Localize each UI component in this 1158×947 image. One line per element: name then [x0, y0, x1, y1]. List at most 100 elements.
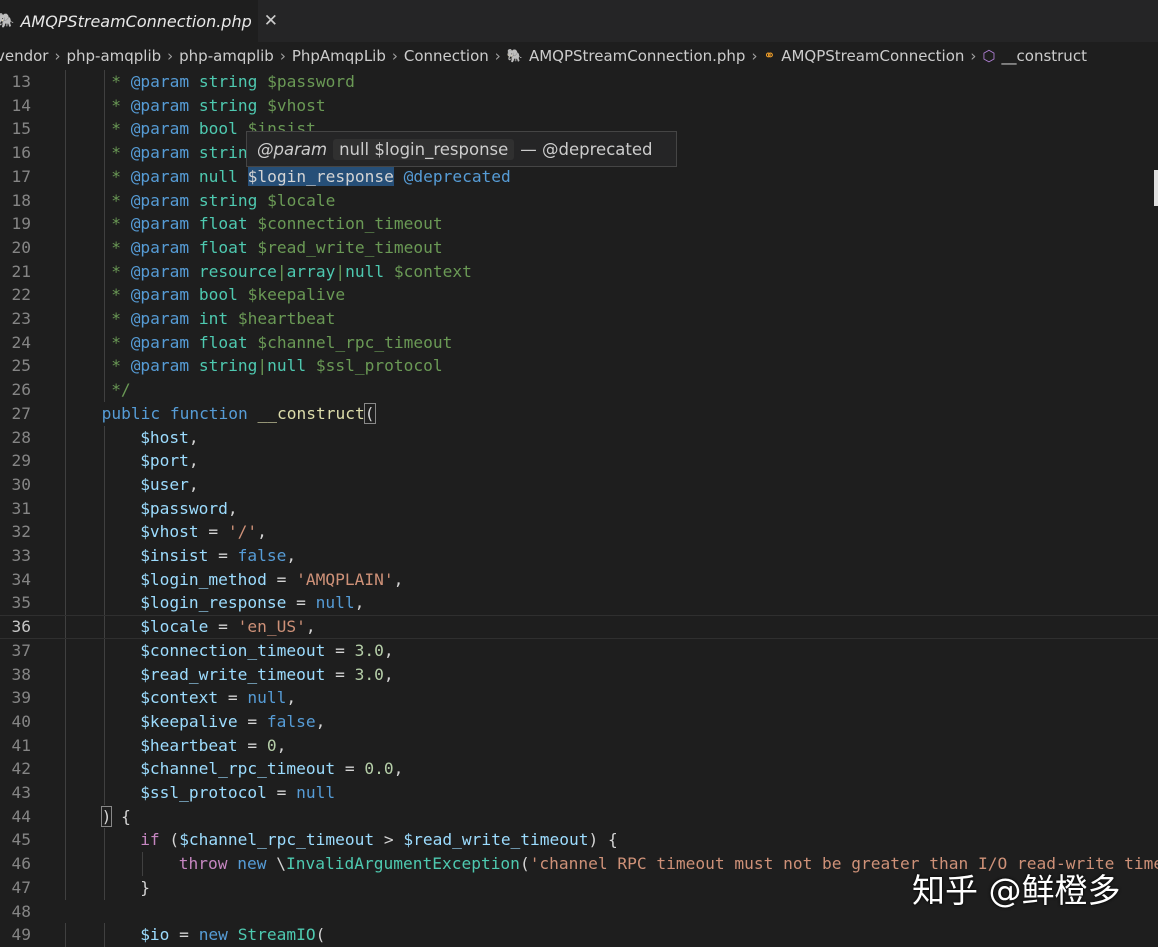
code-line[interactable]: 35 $login_response = null,: [0, 591, 1158, 616]
indent-guide: [142, 852, 144, 877]
code-line[interactable]: 49 $io = new StreamIO(: [0, 923, 1158, 947]
code-line[interactable]: 41 $heartbeat = 0,: [0, 733, 1158, 758]
code-line[interactable]: 36 $locale = 'en_US',: [0, 615, 1158, 640]
code-token: @param: [130, 214, 190, 234]
indent-guide: [65, 70, 66, 94]
line-number: 32: [11, 522, 32, 542]
code-token: throw: [178, 854, 228, 874]
code-line[interactable]: 26 */: [0, 378, 1158, 403]
indent-guide: [103, 709, 105, 734]
tab-amqp-stream-connection[interactable]: 🐘 AMQPStreamConnection.php ✕: [0, 0, 278, 42]
indent-guide: [103, 449, 105, 474]
code-text: $port,: [140, 449, 198, 473]
indent-guide: [65, 733, 66, 758]
code-token: ): [100, 805, 113, 827]
chevron-right-icon: ›: [54, 47, 61, 65]
code-line[interactable]: 45 if ($channel_rpc_timeout > $read_write…: [0, 828, 1158, 853]
breadcrumb-phpamqplib[interactable]: PhpAmqpLib: [292, 47, 386, 65]
code-token: ,: [188, 427, 199, 447]
close-icon[interactable]: ✕: [264, 11, 278, 31]
code-line[interactable]: 25 * @param string|null $ssl_protocol: [0, 354, 1158, 379]
code-line[interactable]: 20 * @param float $read_write_timeout: [0, 235, 1158, 260]
code-token: $read_write_timeout: [247, 237, 443, 257]
code-token: \: [266, 854, 287, 874]
code-line[interactable]: 33 $insist = false,: [0, 544, 1158, 568]
line-number: 25: [11, 356, 32, 376]
breadcrumb-file[interactable]: AMQPStreamConnection.php: [529, 47, 746, 65]
code-token: float: [198, 332, 248, 352]
breadcrumb-method[interactable]: __construct: [1002, 47, 1087, 65]
code-line[interactable]: 21 * @param resource|array|null $context: [0, 259, 1158, 284]
code-token: ,: [393, 569, 404, 589]
code-token: '/': [227, 522, 258, 542]
breadcrumb-php-amqplib[interactable]: php-amqplib: [66, 47, 161, 65]
code-token: null: [247, 688, 287, 708]
code-line[interactable]: 28 $host,: [0, 425, 1158, 450]
code-text: $host,: [140, 426, 198, 450]
code-line[interactable]: 17 * @param null $login_response @depreca…: [0, 164, 1158, 189]
code-token: $channel_rpc_timeout: [179, 830, 375, 850]
code-token: *: [111, 237, 131, 257]
code-token: *: [111, 332, 131, 352]
breadcrumb-class[interactable]: AMQPStreamConnection: [781, 47, 964, 65]
code-line[interactable]: 39 $context = null,: [0, 686, 1158, 711]
code-text: * @param int $heartbeat: [111, 307, 335, 331]
code-token: $password: [257, 72, 355, 91]
code-line[interactable]: 30 $user,: [0, 472, 1158, 497]
line-number: 33: [11, 546, 32, 565]
code-line[interactable]: 44) {: [0, 804, 1158, 829]
code-line[interactable]: 38 $read_write_timeout = 3.0,: [0, 662, 1158, 687]
code-token: *: [111, 214, 131, 234]
code-line[interactable]: 29 $port,: [0, 449, 1158, 474]
breadcrumb-connection[interactable]: Connection: [404, 47, 489, 65]
chevron-right-icon: ›: [751, 47, 758, 65]
line-number: 47: [11, 877, 32, 897]
code-line[interactable]: 32 $vhost = '/',: [0, 520, 1158, 545]
code-token: *: [111, 285, 131, 305]
code-line[interactable]: 23 * @param int $heartbeat: [0, 307, 1158, 331]
breadcrumb-php-amqplib-2[interactable]: php-amqplib: [179, 47, 274, 65]
code-token: (: [519, 854, 530, 874]
code-text: * @param string $vhost: [111, 94, 325, 118]
code-token: 'en_US': [237, 617, 306, 637]
indent-guide: [103, 425, 105, 450]
code-line[interactable]: 31 $password,: [0, 496, 1158, 521]
code-line[interactable]: 37 $connection_timeout = 3.0,: [0, 638, 1158, 663]
code-line[interactable]: 18 * @param string $locale: [0, 188, 1158, 213]
hover-rest: — @deprecated: [520, 139, 653, 159]
code-line[interactable]: 24 * @param float $channel_rpc_timeout: [0, 330, 1158, 355]
code-line[interactable]: 34 $login_method = 'AMQPLAIN',: [0, 567, 1158, 592]
scrollbar-thumb[interactable]: [1154, 170, 1158, 206]
code-token: string: [198, 356, 258, 376]
code-text: $io = new StreamIO(: [140, 923, 325, 947]
indent-guide: [103, 235, 105, 260]
code-line[interactable]: 22 * @param bool $keepalive: [0, 283, 1158, 308]
code-text: $locale = 'en_US',: [140, 616, 315, 638]
code-text: $login_response = null,: [140, 591, 364, 615]
code-line[interactable]: 27 public function __construct(: [0, 401, 1158, 426]
code-token: string: [198, 95, 258, 115]
code-token: */: [111, 380, 131, 400]
code-token: @param: [130, 166, 190, 186]
code-token: ,: [315, 711, 326, 731]
code-token: $context: [140, 688, 219, 708]
code-line[interactable]: 19 * @param float $connection_timeout: [0, 212, 1158, 237]
code-token: *: [111, 166, 131, 186]
code-line[interactable]: 14 * @param string $vhost: [0, 93, 1158, 118]
code-line[interactable]: 43 $ssl_protocol = null: [0, 781, 1158, 805]
code-line[interactable]: 42 $channel_rpc_timeout = 0.0,: [0, 757, 1158, 782]
indent-guide: [103, 330, 105, 355]
code-token: *: [111, 261, 131, 281]
line-number: 43: [11, 783, 32, 802]
code-token: $host: [140, 427, 189, 447]
code-editor[interactable]: 13 * @param string $password 14 * @param st…: [0, 70, 1158, 947]
line-number: 15: [11, 119, 32, 139]
code-token: }: [140, 877, 150, 897]
code-token: =: [218, 688, 248, 708]
breadcrumb-vendor[interactable]: vendor: [0, 47, 48, 65]
code-line[interactable]: 40 $keepalive = false,: [0, 709, 1158, 734]
code-text: $insist = false,: [140, 544, 296, 568]
code-line[interactable]: 13 * @param string $password: [0, 70, 1158, 94]
